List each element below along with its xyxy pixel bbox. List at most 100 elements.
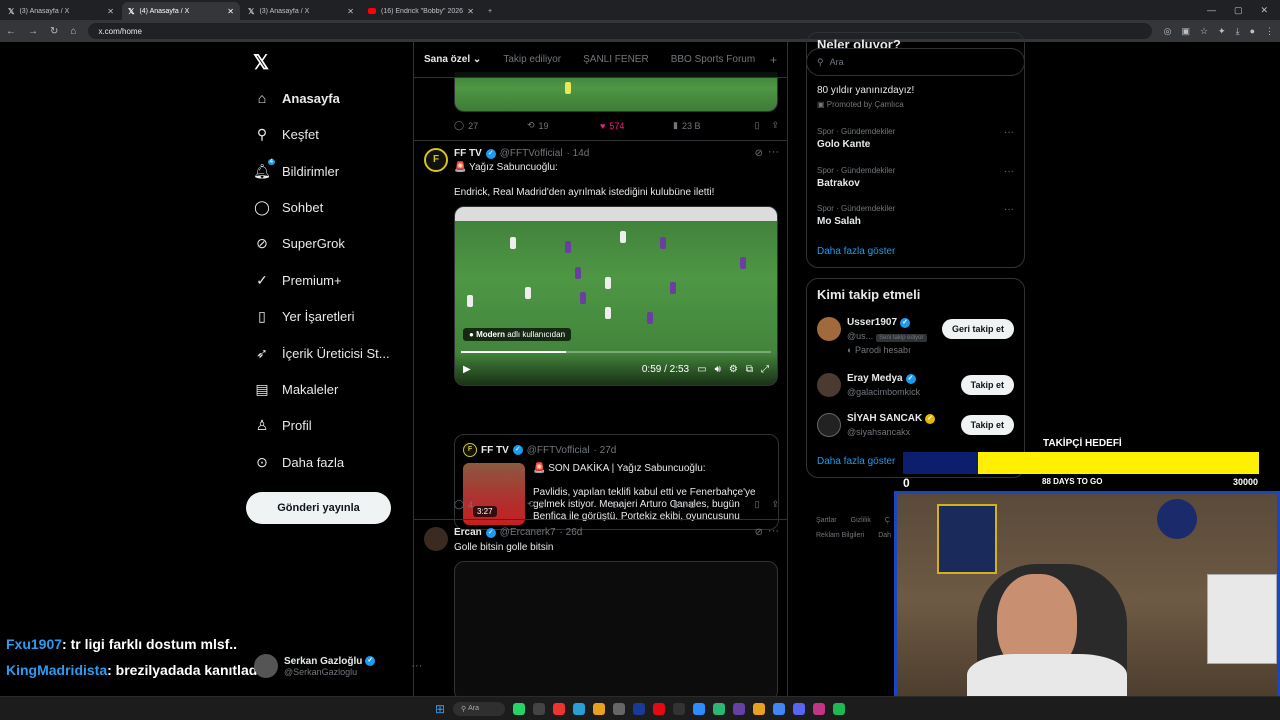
download-icon[interactable]: ⤓ xyxy=(1236,26,1240,37)
post-button[interactable]: Gönderi yayınla xyxy=(246,492,391,524)
menu-dots-icon[interactable]: ⋮ xyxy=(1265,26,1274,37)
play-icon[interactable]: ▶ xyxy=(463,364,471,375)
tab-sanli-fener[interactable]: ŞANLI FENER xyxy=(583,54,649,65)
sidebar-item-creator-studio[interactable]: ➶ İçerik Üreticisi St... xyxy=(253,341,390,365)
tweet-media[interactable] xyxy=(454,561,778,696)
star-icon[interactable]: ☆ xyxy=(1200,26,1208,37)
sidebar-item-bookmarks[interactable]: ▯ Yer İşaretleri xyxy=(253,304,354,328)
browser-tab-3[interactable]: 𝕏 (3) Anasayfa / X ✕ xyxy=(242,2,360,20)
profile-icon[interactable]: ● xyxy=(1250,26,1255,37)
avatar[interactable] xyxy=(817,317,841,341)
captions-icon[interactable]: ▭ xyxy=(697,364,706,375)
telegram-icon[interactable] xyxy=(573,702,586,715)
puzzle-icon[interactable]: ✦ xyxy=(1218,26,1226,37)
app-icon[interactable] xyxy=(833,702,846,715)
tweet-ercan[interactable]: Ercan ✓ @Ercanerk7 · 26d ⊘ ··· Golle bit… xyxy=(414,519,787,696)
app-icon[interactable] xyxy=(713,702,726,715)
search-box[interactable]: ⚲ Ara xyxy=(806,48,1025,76)
sidebar-item-chat[interactable]: ◯ Sohbet xyxy=(253,195,323,219)
more-options-icon[interactable]: ··· xyxy=(1004,166,1014,177)
suggested-user-name[interactable]: Eray Medya ✓ xyxy=(847,373,916,384)
share-icon[interactable]: ⇪ xyxy=(771,120,779,131)
reload-icon[interactable]: ↻ xyxy=(50,26,58,37)
grok-icon[interactable]: ⊘ xyxy=(755,148,763,159)
sidebar-item-supergrok[interactable]: ⊘ SuperGrok xyxy=(253,231,345,255)
sidebar-item-notifications[interactable]: 🔔︎ 4 Bildirimler xyxy=(253,158,339,183)
forward-icon[interactable]: → xyxy=(28,26,38,37)
trend-item[interactable]: Golo Kante xyxy=(817,139,870,150)
browser-tab-2[interactable]: 𝕏 (4) Anasayfa / X ✕ xyxy=(122,2,240,20)
app-icon[interactable] xyxy=(813,702,826,715)
browser-tab-4[interactable]: (16) Endrick "Bobby" 2026 ✕ xyxy=(362,2,480,20)
follow-button[interactable]: Takip et xyxy=(960,375,1014,395)
tab-bbo-sports[interactable]: BBO Sports Forum xyxy=(671,54,755,65)
pip-icon[interactable]: ⧉ xyxy=(746,364,753,375)
show-more-trends-link[interactable]: Daha fazla göster xyxy=(817,246,895,257)
tweet-video[interactable]: ● Modern adlı kullanıcıdan ▶ 0:59 / 2:53… xyxy=(454,206,778,386)
avatar[interactable] xyxy=(817,413,841,437)
reply-button[interactable]: ◯ 4 xyxy=(454,499,527,510)
previous-post-media[interactable] xyxy=(454,72,778,112)
close-window-icon[interactable]: ✕ xyxy=(1260,5,1268,16)
close-icon[interactable]: ✕ xyxy=(347,7,354,16)
chrome-icon[interactable] xyxy=(593,702,606,715)
extension-icon[interactable]: ▣ xyxy=(1181,26,1190,37)
close-icon[interactable]: ✕ xyxy=(227,7,234,16)
trend-item[interactable]: Batrakov xyxy=(817,178,860,189)
whatsapp-icon[interactable] xyxy=(513,702,526,715)
chrome-icon[interactable] xyxy=(773,702,786,715)
app-icon[interactable] xyxy=(633,702,646,715)
reply-button[interactable]: ◯ 27 xyxy=(454,120,527,131)
bookmark-icon[interactable]: ▯ xyxy=(755,120,760,131)
like-button[interactable]: ♡ 64 xyxy=(600,499,673,510)
close-icon[interactable]: ✕ xyxy=(107,7,114,16)
trend-item[interactable]: Mo Salah xyxy=(817,216,861,227)
share-icon[interactable]: ⇪ xyxy=(771,499,779,510)
sidebar-item-explore[interactable]: ⚲ Keşfet xyxy=(253,122,319,146)
minimize-icon[interactable]: — xyxy=(1207,5,1216,15)
app-icon[interactable] xyxy=(673,702,686,715)
add-tab-icon[interactable]: + xyxy=(770,53,777,67)
netflix-icon[interactable] xyxy=(653,702,666,715)
repost-button[interactable]: ⟲ 2 xyxy=(527,499,600,510)
volume-icon[interactable]: 🔊︎ xyxy=(715,364,721,375)
maximize-icon[interactable]: ▢ xyxy=(1234,5,1243,16)
sidebar-item-profile[interactable]: ♙ Profil xyxy=(253,413,312,437)
close-icon[interactable]: ✕ xyxy=(467,7,474,16)
bookmark-icon[interactable]: ▯ xyxy=(755,499,760,510)
sidebar-item-articles[interactable]: ▤ Makaleler xyxy=(253,377,338,401)
sidebar-item-more[interactable]: ⊙ Daha fazla xyxy=(253,450,344,474)
zoom-icon[interactable] xyxy=(693,702,706,715)
chrome-icon[interactable] xyxy=(753,702,766,715)
tab-following[interactable]: Takip ediliyor xyxy=(503,54,561,65)
x-logo-icon[interactable]: 𝕏 xyxy=(253,50,269,75)
fullscreen-icon[interactable]: ⤢ xyxy=(761,364,769,375)
avatar[interactable] xyxy=(424,527,448,551)
more-options-icon[interactable]: ··· xyxy=(1004,127,1014,138)
avatar[interactable]: F xyxy=(424,148,448,172)
browser-tab-1[interactable]: 𝕏 (3) Anasayfa / X ✕ xyxy=(2,2,120,20)
app-icon[interactable] xyxy=(613,702,626,715)
follow-button[interactable]: Takip et xyxy=(960,415,1014,435)
show-more-suggestions-link[interactable]: Daha fazla göster xyxy=(817,456,895,467)
suggested-user-name[interactable]: SİYAH SANCAK ✓ xyxy=(847,413,936,424)
suggested-user-name[interactable]: Usser1907 ✓ xyxy=(847,317,911,328)
home-browser-icon[interactable]: ⌂ xyxy=(70,26,76,37)
like-button[interactable]: ♥ 574 xyxy=(600,121,673,131)
windows-start-icon[interactable]: ⊞ xyxy=(435,702,445,716)
discord-icon[interactable] xyxy=(793,702,806,715)
new-tab-button[interactable]: + xyxy=(482,2,502,20)
app-icon[interactable] xyxy=(733,702,746,715)
repost-button[interactable]: ⟲ 19 xyxy=(527,120,600,131)
follow-back-button[interactable]: Geri takip et xyxy=(941,319,1014,339)
account-switcher[interactable]: Serkan Gazloğlu ✓ @SerkanGazloglu ··· xyxy=(254,654,422,678)
tab-for-you[interactable]: Sana özel ⌄ xyxy=(424,54,481,65)
app-icon[interactable] xyxy=(533,702,546,715)
lens-icon[interactable]: ◎ xyxy=(1164,26,1172,37)
views-button[interactable]: ▮ 23 B xyxy=(673,120,746,131)
avatar[interactable] xyxy=(817,373,841,397)
grok-icon[interactable]: ⊘ xyxy=(755,527,763,538)
more-options-icon[interactable]: ··· xyxy=(1004,204,1014,215)
more-options-icon[interactable]: ··· xyxy=(411,660,422,672)
back-icon[interactable]: ← xyxy=(6,26,16,37)
